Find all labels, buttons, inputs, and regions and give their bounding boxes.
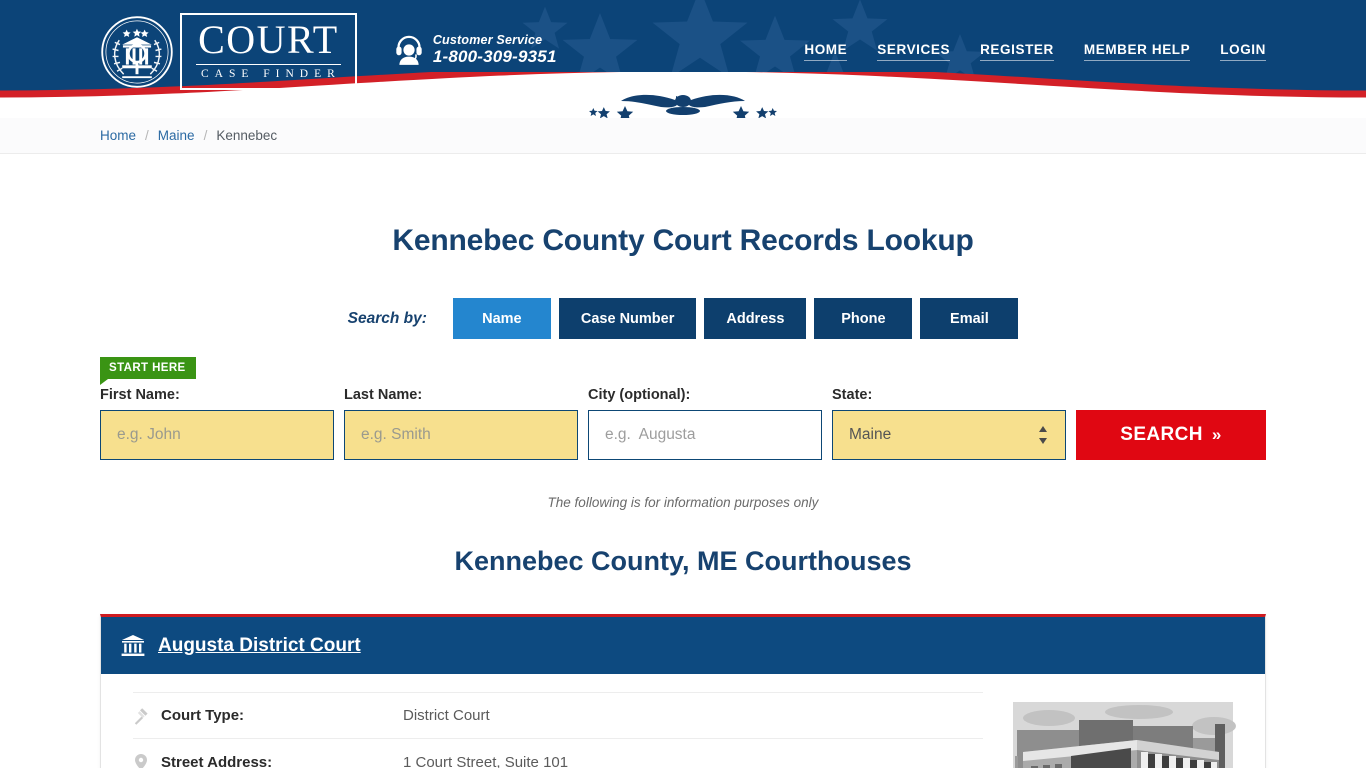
- logo-wordmark: COURT CASE FINDER: [180, 13, 357, 90]
- breadcrumb-item-kennebec: Kennebec: [216, 128, 278, 143]
- site-logo[interactable]: COURT CASE FINDER: [100, 13, 357, 90]
- page-title: Kennebec County Court Records Lookup: [392, 224, 974, 257]
- headset-support-icon: [396, 35, 422, 65]
- nav-login[interactable]: LOGIN: [1220, 42, 1266, 61]
- customer-service-block: Customer Service 1-800-309-9351: [395, 33, 557, 66]
- state-select-value: Maine: [849, 426, 892, 443]
- courthouse-photo-image: CAPITAL JUDICIAL CENTER: [1009, 696, 1237, 768]
- nav-register[interactable]: REGISTER: [980, 42, 1054, 61]
- main-content: Kennebec County Court Records Lookup Sea…: [0, 224, 1366, 768]
- city-field-group: City (optional):: [588, 387, 822, 460]
- courthouse-icon: [121, 634, 145, 656]
- customer-service-label: Customer Service: [432, 32, 543, 47]
- nav-member-help[interactable]: MEMBER HELP: [1083, 42, 1191, 61]
- nav-services[interactable]: SERVICES: [877, 42, 951, 61]
- court-card-header: Augusta District Court: [101, 617, 1265, 674]
- logo-subtitle: CASE FINDER: [201, 68, 341, 81]
- city-label: City (optional):: [588, 387, 691, 403]
- tab-address[interactable]: Address: [704, 298, 807, 339]
- breadcrumb-separator: /: [203, 128, 208, 143]
- state-select[interactable]: Maine: [832, 410, 1066, 460]
- state-field-group: State: Maine: [832, 387, 1066, 460]
- breadcrumb-separator: /: [145, 128, 149, 143]
- last-name-input[interactable]: [344, 410, 578, 460]
- last-name-field-group: Last Name:: [344, 387, 578, 460]
- search-button-label: SEARCH: [1120, 424, 1203, 445]
- table-row: Street Address: 1 Court Street, Suite 10…: [133, 739, 983, 768]
- courthouse-photo: CAPITAL JUDICIAL CENTER: [1009, 696, 1237, 768]
- disclaimer-text: The following is for information purpose…: [547, 495, 819, 510]
- court-seal-icon: [101, 15, 173, 88]
- city-input[interactable]: [588, 410, 822, 460]
- logo-title: COURT: [196, 20, 341, 66]
- search-by-label: Search by:: [347, 309, 427, 327]
- search-form: START HERE First Name: Last Name: City (…: [100, 357, 1266, 460]
- court-card: Augusta District Court Court Type: Distr…: [100, 614, 1266, 768]
- court-detail-rows: Court Type: District Court Street Addres…: [133, 692, 983, 768]
- section-title: Kennebec County, ME Courthouses: [454, 546, 912, 576]
- table-row: Court Type: District Court: [133, 692, 983, 739]
- court-card-body: Court Type: District Court Street Addres…: [101, 674, 1265, 768]
- last-name-label: Last Name:: [344, 387, 423, 403]
- first-name-field-group: First Name:: [100, 387, 334, 460]
- breadcrumb-item-maine[interactable]: Maine: [158, 128, 195, 143]
- tab-name[interactable]: Name: [452, 298, 551, 339]
- first-name-input[interactable]: [100, 410, 334, 460]
- double-chevron-right-icon: »: [1211, 425, 1222, 444]
- main-navigation: HOME SERVICES REGISTER MEMBER HELP LOGIN: [804, 42, 1266, 61]
- site-header: COURT CASE FINDER Customer Service 1-800…: [0, 0, 1366, 118]
- first-name-label: First Name:: [100, 387, 180, 403]
- tab-email[interactable]: Email: [920, 298, 1019, 339]
- court-type-value: District Court: [403, 707, 490, 724]
- customer-service-phone[interactable]: 1-800-309-9351: [433, 47, 557, 66]
- gavel-icon: [134, 707, 148, 725]
- state-label: State:: [832, 387, 873, 403]
- street-address-label: Street Address:: [161, 753, 273, 768]
- search-by-tabs: Search by: Name Case Number Address Phon…: [100, 298, 1266, 339]
- court-name-link[interactable]: Augusta District Court: [158, 635, 361, 657]
- court-type-label: Court Type:: [161, 707, 245, 724]
- chevron-updown-icon: [1039, 426, 1047, 444]
- tab-phone[interactable]: Phone: [814, 298, 913, 339]
- nav-home[interactable]: HOME: [804, 42, 848, 61]
- street-address-value: 1 Court Street, Suite 101: [403, 753, 569, 768]
- tab-case-number[interactable]: Case Number: [558, 298, 697, 339]
- search-button[interactable]: SEARCH »: [1076, 410, 1266, 460]
- breadcrumb: Home / Maine / Kennebec: [0, 118, 1366, 154]
- breadcrumb-item-home[interactable]: Home: [100, 128, 136, 143]
- map-pin-icon: [135, 754, 147, 768]
- start-here-badge: START HERE: [100, 357, 196, 385]
